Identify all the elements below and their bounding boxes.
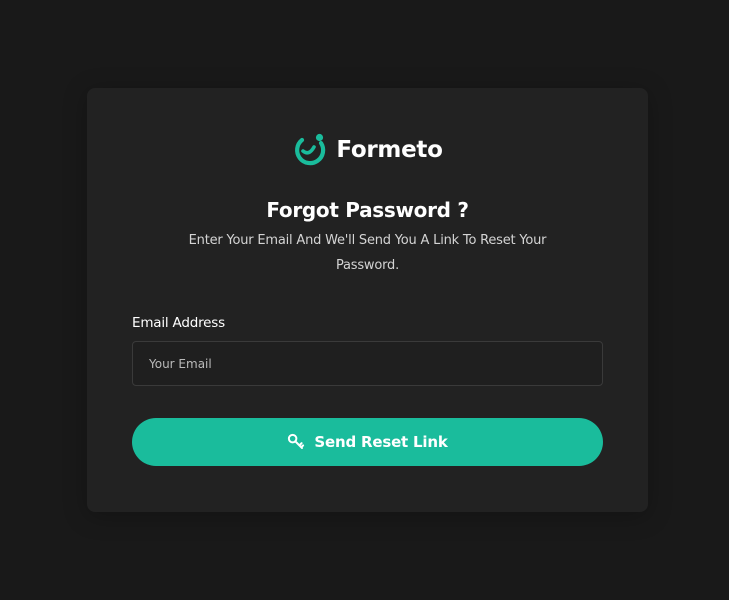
brand: Formeto	[87, 132, 648, 168]
key-icon	[288, 433, 305, 449]
forgot-password-card: Formeto Forgot Password ? Enter Your Ema…	[87, 88, 648, 512]
page-subtitle: Enter Your Email And We'll Send You A Li…	[188, 233, 547, 273]
email-label: Email Address	[132, 315, 225, 331]
brand-name: Formeto	[336, 137, 443, 163]
brand-swirl-icon	[295, 133, 326, 166]
page-title: Forgot Password ?	[266, 198, 469, 222]
email-field[interactable]	[132, 341, 603, 386]
send-reset-link-button[interactable]: Send Reset Link	[132, 418, 603, 466]
send-reset-link-label: Send Reset Link	[314, 433, 448, 451]
